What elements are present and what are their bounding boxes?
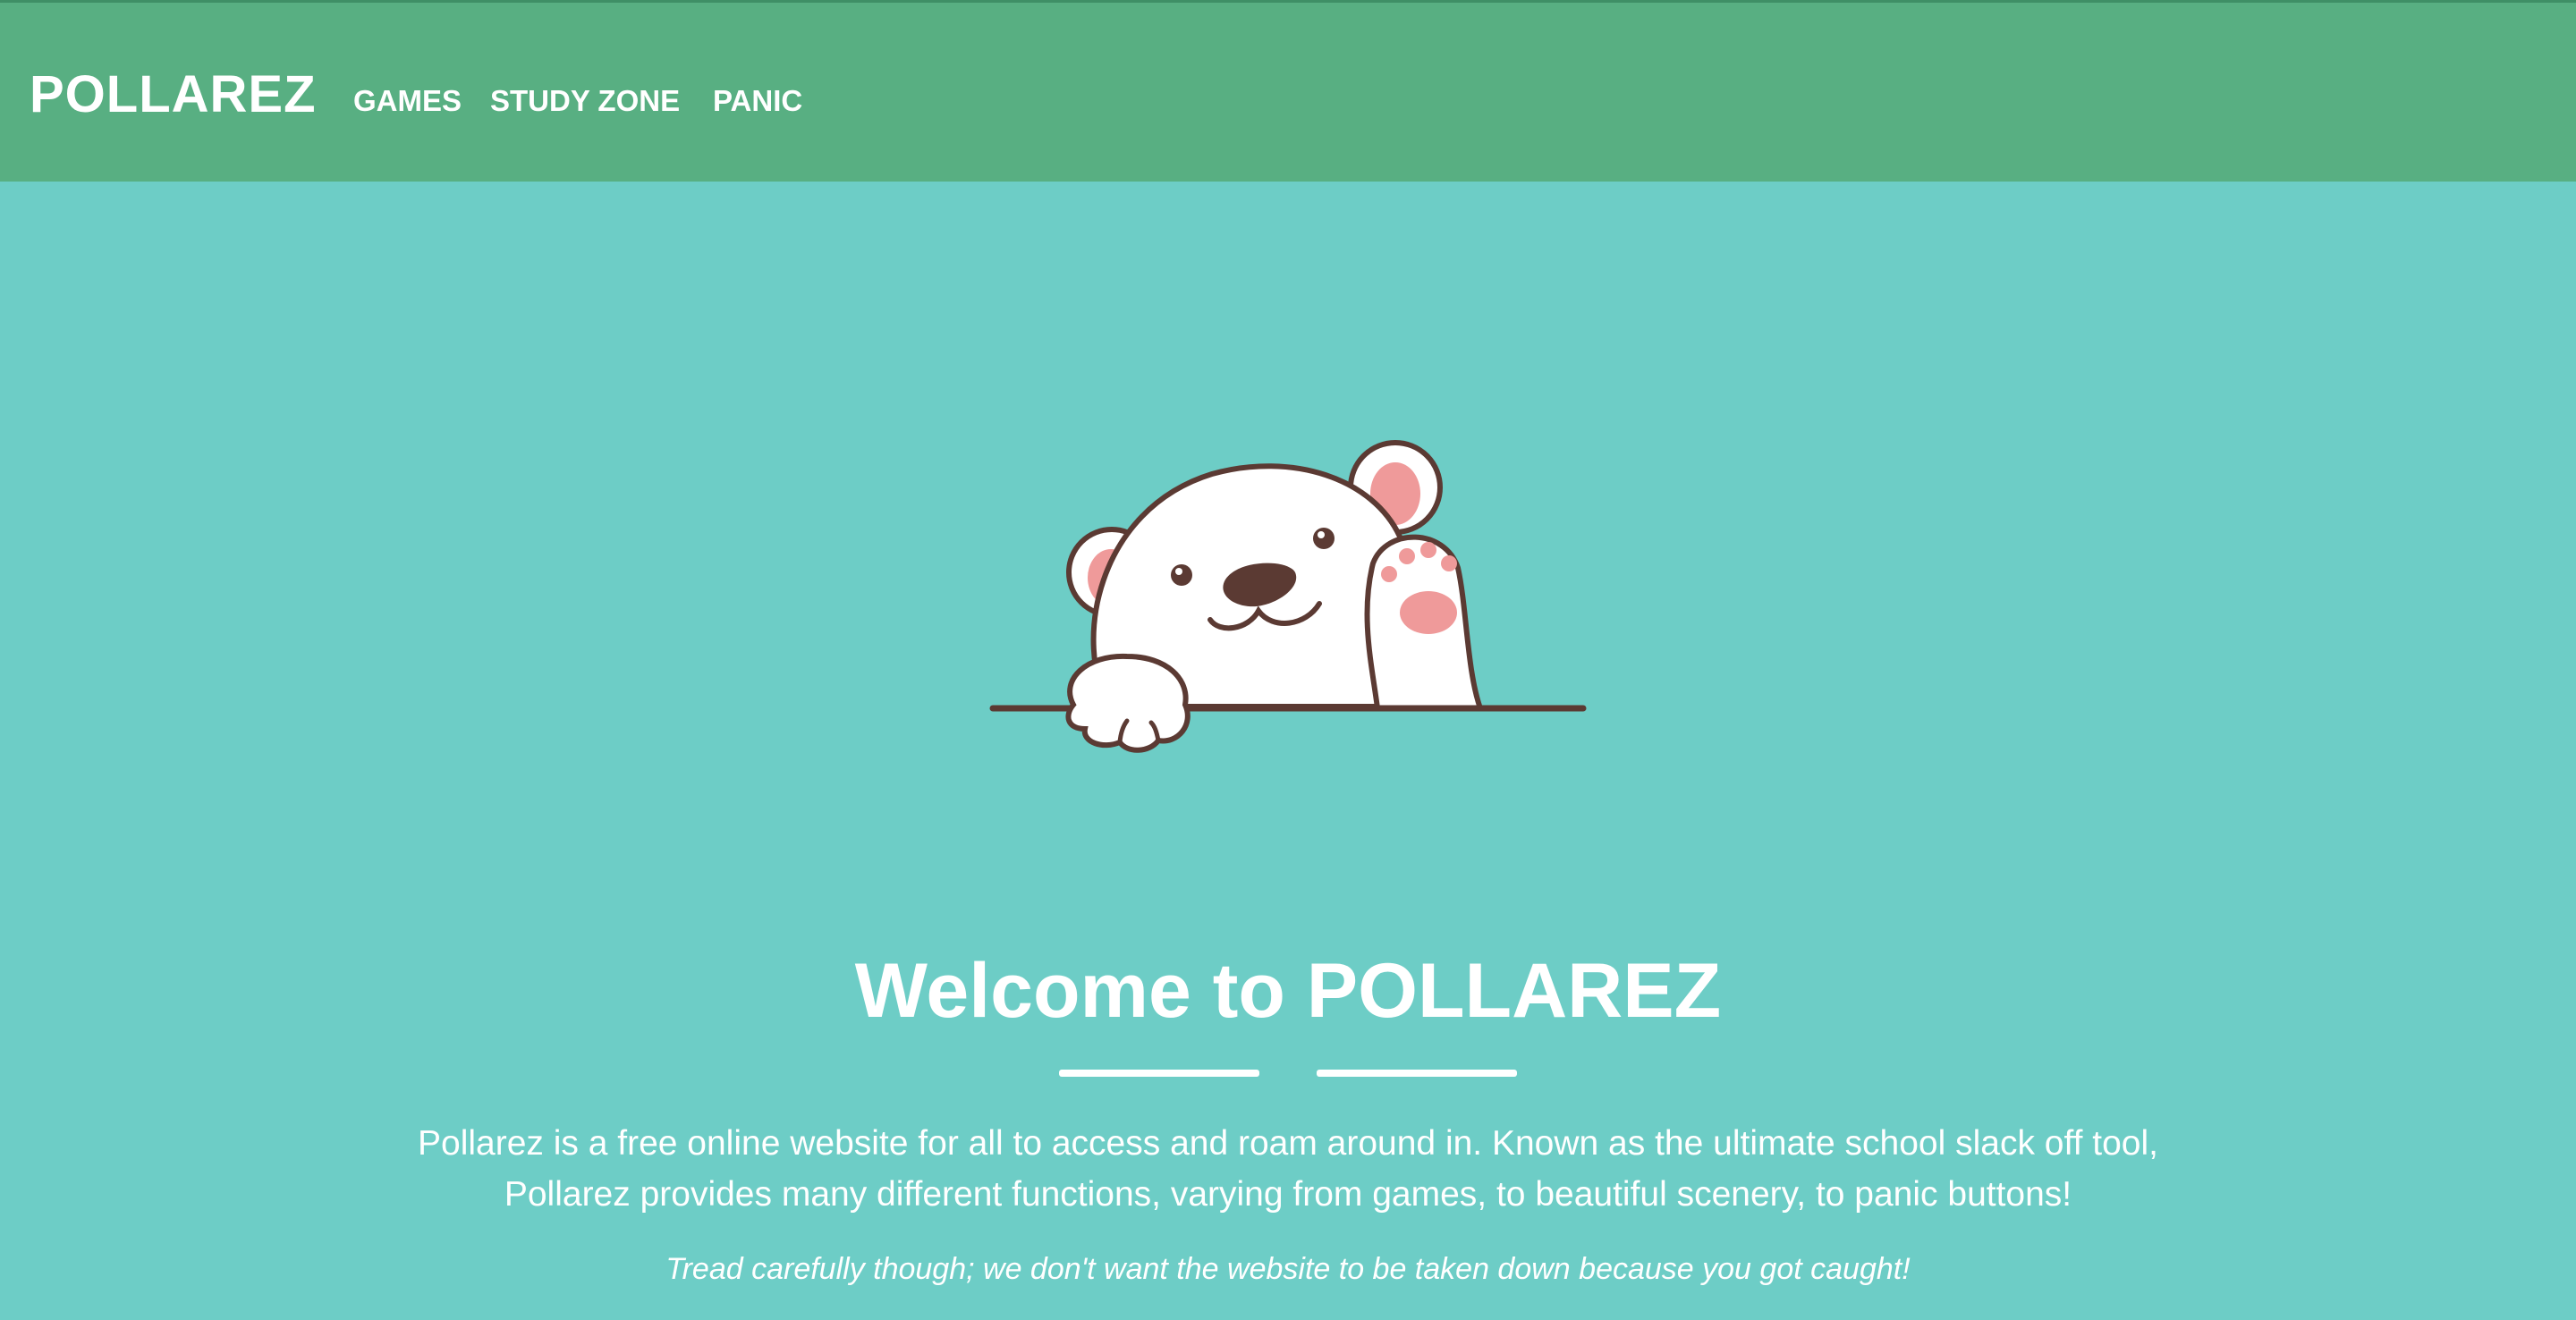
brand-logo-link[interactable]: POLLAREZ xyxy=(30,65,317,124)
nav-link-panic[interactable]: PANIC xyxy=(713,84,802,118)
nav-link-study-zone[interactable]: STUDY ZONE xyxy=(490,84,680,118)
site-description: Pollarez is a free online website for al… xyxy=(304,1118,2272,1220)
page: POLLAREZ GAMES STUDY ZONE PANIC Welcome … xyxy=(0,0,2576,1320)
site-description-line-1: Pollarez is a free online website for al… xyxy=(418,1124,2158,1163)
title-divider-left xyxy=(1059,1070,1259,1077)
nav-link-games[interactable]: GAMES xyxy=(353,84,462,118)
warning-tagline: Tread carefully though; we don't want th… xyxy=(665,1252,1911,1286)
title-divider-right xyxy=(1317,1070,1517,1077)
navbar: POLLAREZ GAMES STUDY ZONE PANIC xyxy=(0,3,2576,182)
site-description-line-2: Pollarez provides many different functio… xyxy=(504,1175,2072,1214)
welcome-heading: Welcome to POLLAREZ xyxy=(854,948,1722,1034)
polar-bear-icon xyxy=(989,440,1587,753)
